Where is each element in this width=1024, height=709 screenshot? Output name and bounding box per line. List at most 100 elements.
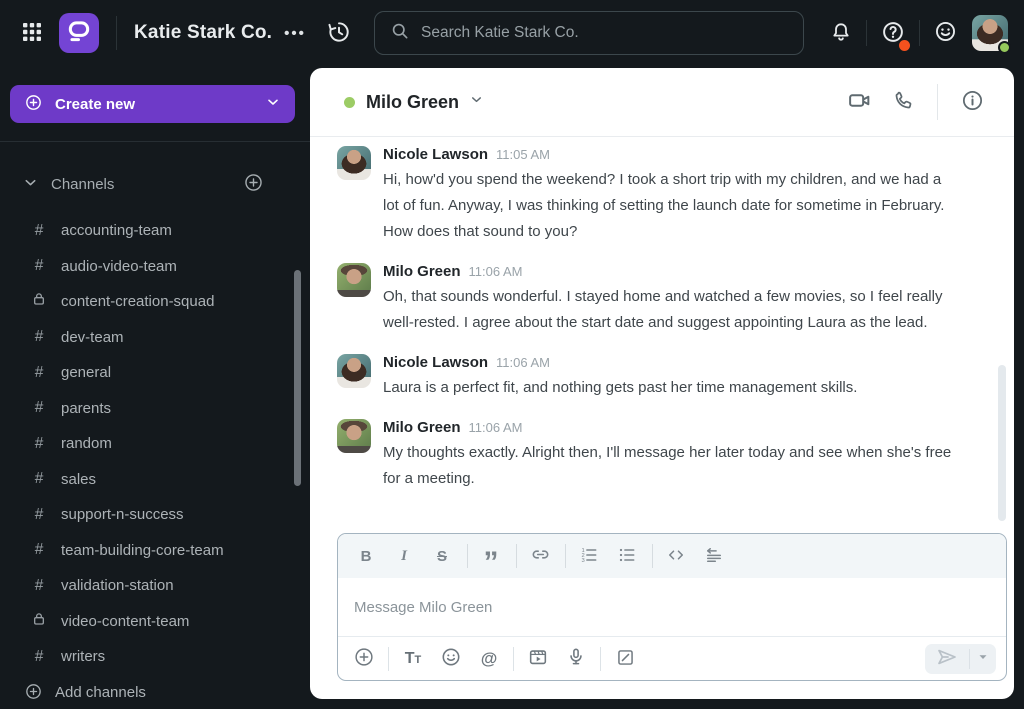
plus-circle-icon [353, 646, 375, 671]
chat-title[interactable]: Milo Green [366, 92, 459, 113]
channel-item[interactable]: # dev-team [0, 320, 296, 356]
bold-button[interactable]: B [351, 541, 381, 571]
attach-button[interactable] [348, 643, 380, 675]
message-timestamp: 11:05 AM [496, 147, 550, 162]
message: Nicole Lawson 11:06 AM Laura is a perfect… [337, 354, 954, 401]
video-call-button[interactable] [841, 84, 877, 120]
header-divider [937, 84, 938, 120]
chat-scrollbar[interactable] [998, 365, 1006, 521]
search-input[interactable] [421, 24, 788, 42]
sidebar-scrollbar[interactable] [294, 270, 301, 486]
message: Nicole Lawson 11:05 AM Hi, how'd you spen… [337, 146, 954, 245]
hash-icon: # [34, 505, 44, 523]
send-button[interactable] [925, 644, 969, 674]
avatar[interactable] [337, 419, 371, 453]
search-icon [390, 21, 410, 46]
pumble-logo[interactable] [59, 13, 99, 53]
channel-item[interactable]: # parents [0, 391, 296, 427]
details-button[interactable] [954, 84, 990, 120]
link-button[interactable] [525, 541, 555, 571]
channel-item[interactable]: # general [0, 355, 296, 391]
channel-item[interactable]: video-content-team [0, 604, 296, 640]
blockquote-button[interactable]: ” [476, 541, 506, 579]
chevron-down-icon [22, 174, 39, 194]
bulleted-list-button[interactable] [612, 541, 642, 571]
channel-item[interactable]: # team-building-core-team [0, 533, 296, 569]
avatar[interactable] [337, 146, 371, 180]
toolbar-divider [513, 646, 514, 671]
history-icon [326, 19, 352, 48]
channel-item[interactable]: # support-n-success [0, 497, 296, 533]
plus-circle-icon [24, 93, 43, 116]
ellipsis-icon: ••• [284, 24, 306, 42]
channels-section-header: Channels [0, 166, 310, 202]
info-icon [960, 88, 985, 116]
message-author[interactable]: Milo Green [383, 419, 461, 436]
message-author[interactable]: Milo Green [383, 263, 461, 280]
emoji-button[interactable] [435, 643, 467, 675]
avatar[interactable] [337, 263, 371, 297]
message-timestamp: 11:06 AM [468, 264, 523, 279]
help-alert-dot [899, 39, 910, 51]
message-timestamp: 11:06 AM [468, 420, 523, 435]
message-text: Hi, how'd you spend the weekend? I took … [383, 171, 945, 240]
emoji-status-icon [933, 19, 958, 47]
history-button[interactable] [326, 19, 352, 48]
mention-button[interactable]: @ [473, 643, 505, 675]
code-block-button[interactable] [699, 541, 729, 571]
italic-button[interactable]: I [389, 541, 419, 571]
code-icon [666, 545, 686, 568]
hash-icon: # [34, 647, 44, 665]
plus-circle-icon [24, 682, 43, 704]
audio-message-button[interactable] [560, 643, 592, 675]
workspace-more-button[interactable]: ••• [284, 25, 306, 42]
channel-item[interactable]: # accounting-team [0, 213, 296, 249]
user-avatar[interactable] [972, 15, 1011, 54]
apps-grid-icon [20, 20, 44, 47]
composer-action-bar: TT @ [338, 636, 1006, 680]
channel-item[interactable]: # validation-station [0, 568, 296, 604]
channel-item[interactable]: # writers [0, 639, 296, 675]
apps-grid-button[interactable] [20, 20, 44, 47]
app-window: Katie Stark Co. ••• Search Katie Stark C… [0, 0, 1024, 709]
search-bar [374, 11, 804, 55]
message-list: Nicole Lawson 11:05 AM Hi, how'd you spen… [337, 138, 954, 510]
user-status-dot [998, 41, 1011, 54]
hash-icon: # [34, 434, 44, 452]
voice-call-button[interactable] [885, 84, 921, 120]
create-new-button[interactable]: Create new [10, 85, 295, 123]
message-text: Oh, that sounds wonderful. I stayed home… [383, 288, 943, 331]
add-channels-label: Add channels [55, 684, 146, 701]
italic-icon: I [401, 547, 407, 564]
hash-icon: # [34, 328, 44, 346]
text-format-button[interactable]: TT [397, 643, 429, 675]
hash-icon: # [34, 470, 44, 488]
channel-item[interactable]: # random [0, 426, 296, 462]
emoji-icon [440, 646, 462, 671]
message-input[interactable] [354, 598, 990, 616]
workspace-name[interactable]: Katie Stark Co. [134, 22, 272, 44]
notifications-button[interactable] [829, 20, 853, 47]
video-message-button[interactable] [522, 643, 554, 675]
code-button[interactable] [661, 541, 691, 571]
chat-tools [841, 84, 990, 120]
send-options-button[interactable] [970, 644, 996, 674]
add-channel-plus-button[interactable] [243, 172, 264, 196]
strikethrough-button[interactable]: S [427, 541, 457, 571]
channel-item[interactable]: content-creation-squad [0, 284, 296, 320]
message-author[interactable]: Nicole Lawson [383, 354, 488, 371]
message-author[interactable]: Nicole Lawson [383, 146, 488, 163]
channel-item[interactable]: # audio-video-team [0, 249, 296, 285]
ordered-list-button[interactable]: 123 [574, 541, 604, 571]
set-status-button[interactable] [933, 19, 958, 47]
text-format-icon: TT [404, 649, 422, 667]
add-channels-button[interactable]: Add channels [0, 675, 296, 709]
channels-collapse-button[interactable] [22, 174, 39, 194]
slash-commands-button[interactable] [609, 643, 641, 675]
help-button[interactable] [880, 19, 910, 51]
avatar[interactable] [337, 354, 371, 388]
hash-icon: # [34, 576, 44, 594]
channel-item[interactable]: # sales [0, 462, 296, 498]
message-text: My thoughts exactly. Alright then, I'll … [383, 444, 952, 487]
message-input-row [338, 578, 1006, 636]
